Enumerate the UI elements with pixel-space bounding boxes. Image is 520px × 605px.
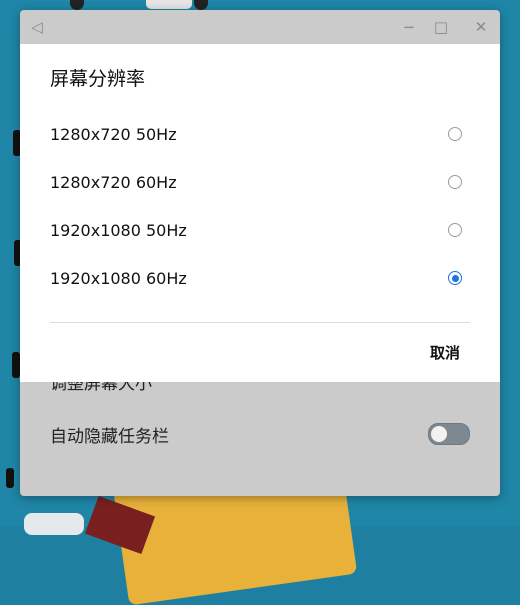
desktop-item[interactable] [146, 0, 192, 9]
desktop-shortcut-icon[interactable] [194, 0, 208, 10]
desktop-icon-label [6, 468, 14, 488]
taskbar-button[interactable] [24, 513, 84, 535]
close-icon[interactable]: ✕ [472, 18, 490, 36]
option-label: 1280x720 50Hz [50, 124, 177, 144]
settings-row-label: 自动隐藏任务栏 [50, 426, 169, 447]
settings-row-autohide-taskbar: 自动隐藏任务栏 [20, 416, 500, 452]
autohide-toggle[interactable] [428, 423, 470, 445]
desktop-icon-label [12, 352, 20, 378]
resolution-option[interactable]: 1280x720 50Hz [20, 110, 500, 158]
resolution-option[interactable]: 1920x1080 60Hz [20, 254, 500, 302]
option-label: 1920x1080 50Hz [50, 220, 187, 240]
dialog-divider [50, 322, 470, 323]
option-label: 1920x1080 60Hz [50, 268, 187, 288]
resolution-option[interactable]: 1920x1080 50Hz [20, 206, 500, 254]
dialog-title: 屏幕分辨率 [50, 68, 146, 90]
maximize-icon[interactable]: □ [432, 18, 450, 36]
resolution-dialog: 屏幕分辨率 1280x720 50Hz 1280x720 60Hz 1920x1… [20, 44, 500, 382]
back-triangle-icon[interactable]: ◁ [28, 18, 46, 36]
radio-button[interactable] [448, 175, 462, 189]
minimize-icon[interactable]: − [400, 18, 418, 36]
resolution-option[interactable]: 1280x720 60Hz [20, 158, 500, 206]
desktop-shortcut-icon[interactable] [70, 0, 84, 10]
radio-button[interactable] [448, 223, 462, 237]
radio-button[interactable] [448, 127, 462, 141]
cancel-button[interactable]: 取消 [430, 342, 460, 363]
option-label: 1280x720 60Hz [50, 172, 177, 192]
radio-button-selected[interactable] [448, 271, 462, 285]
toggle-knob [431, 426, 447, 442]
window-titlebar: ◁ − □ ✕ [20, 10, 500, 46]
